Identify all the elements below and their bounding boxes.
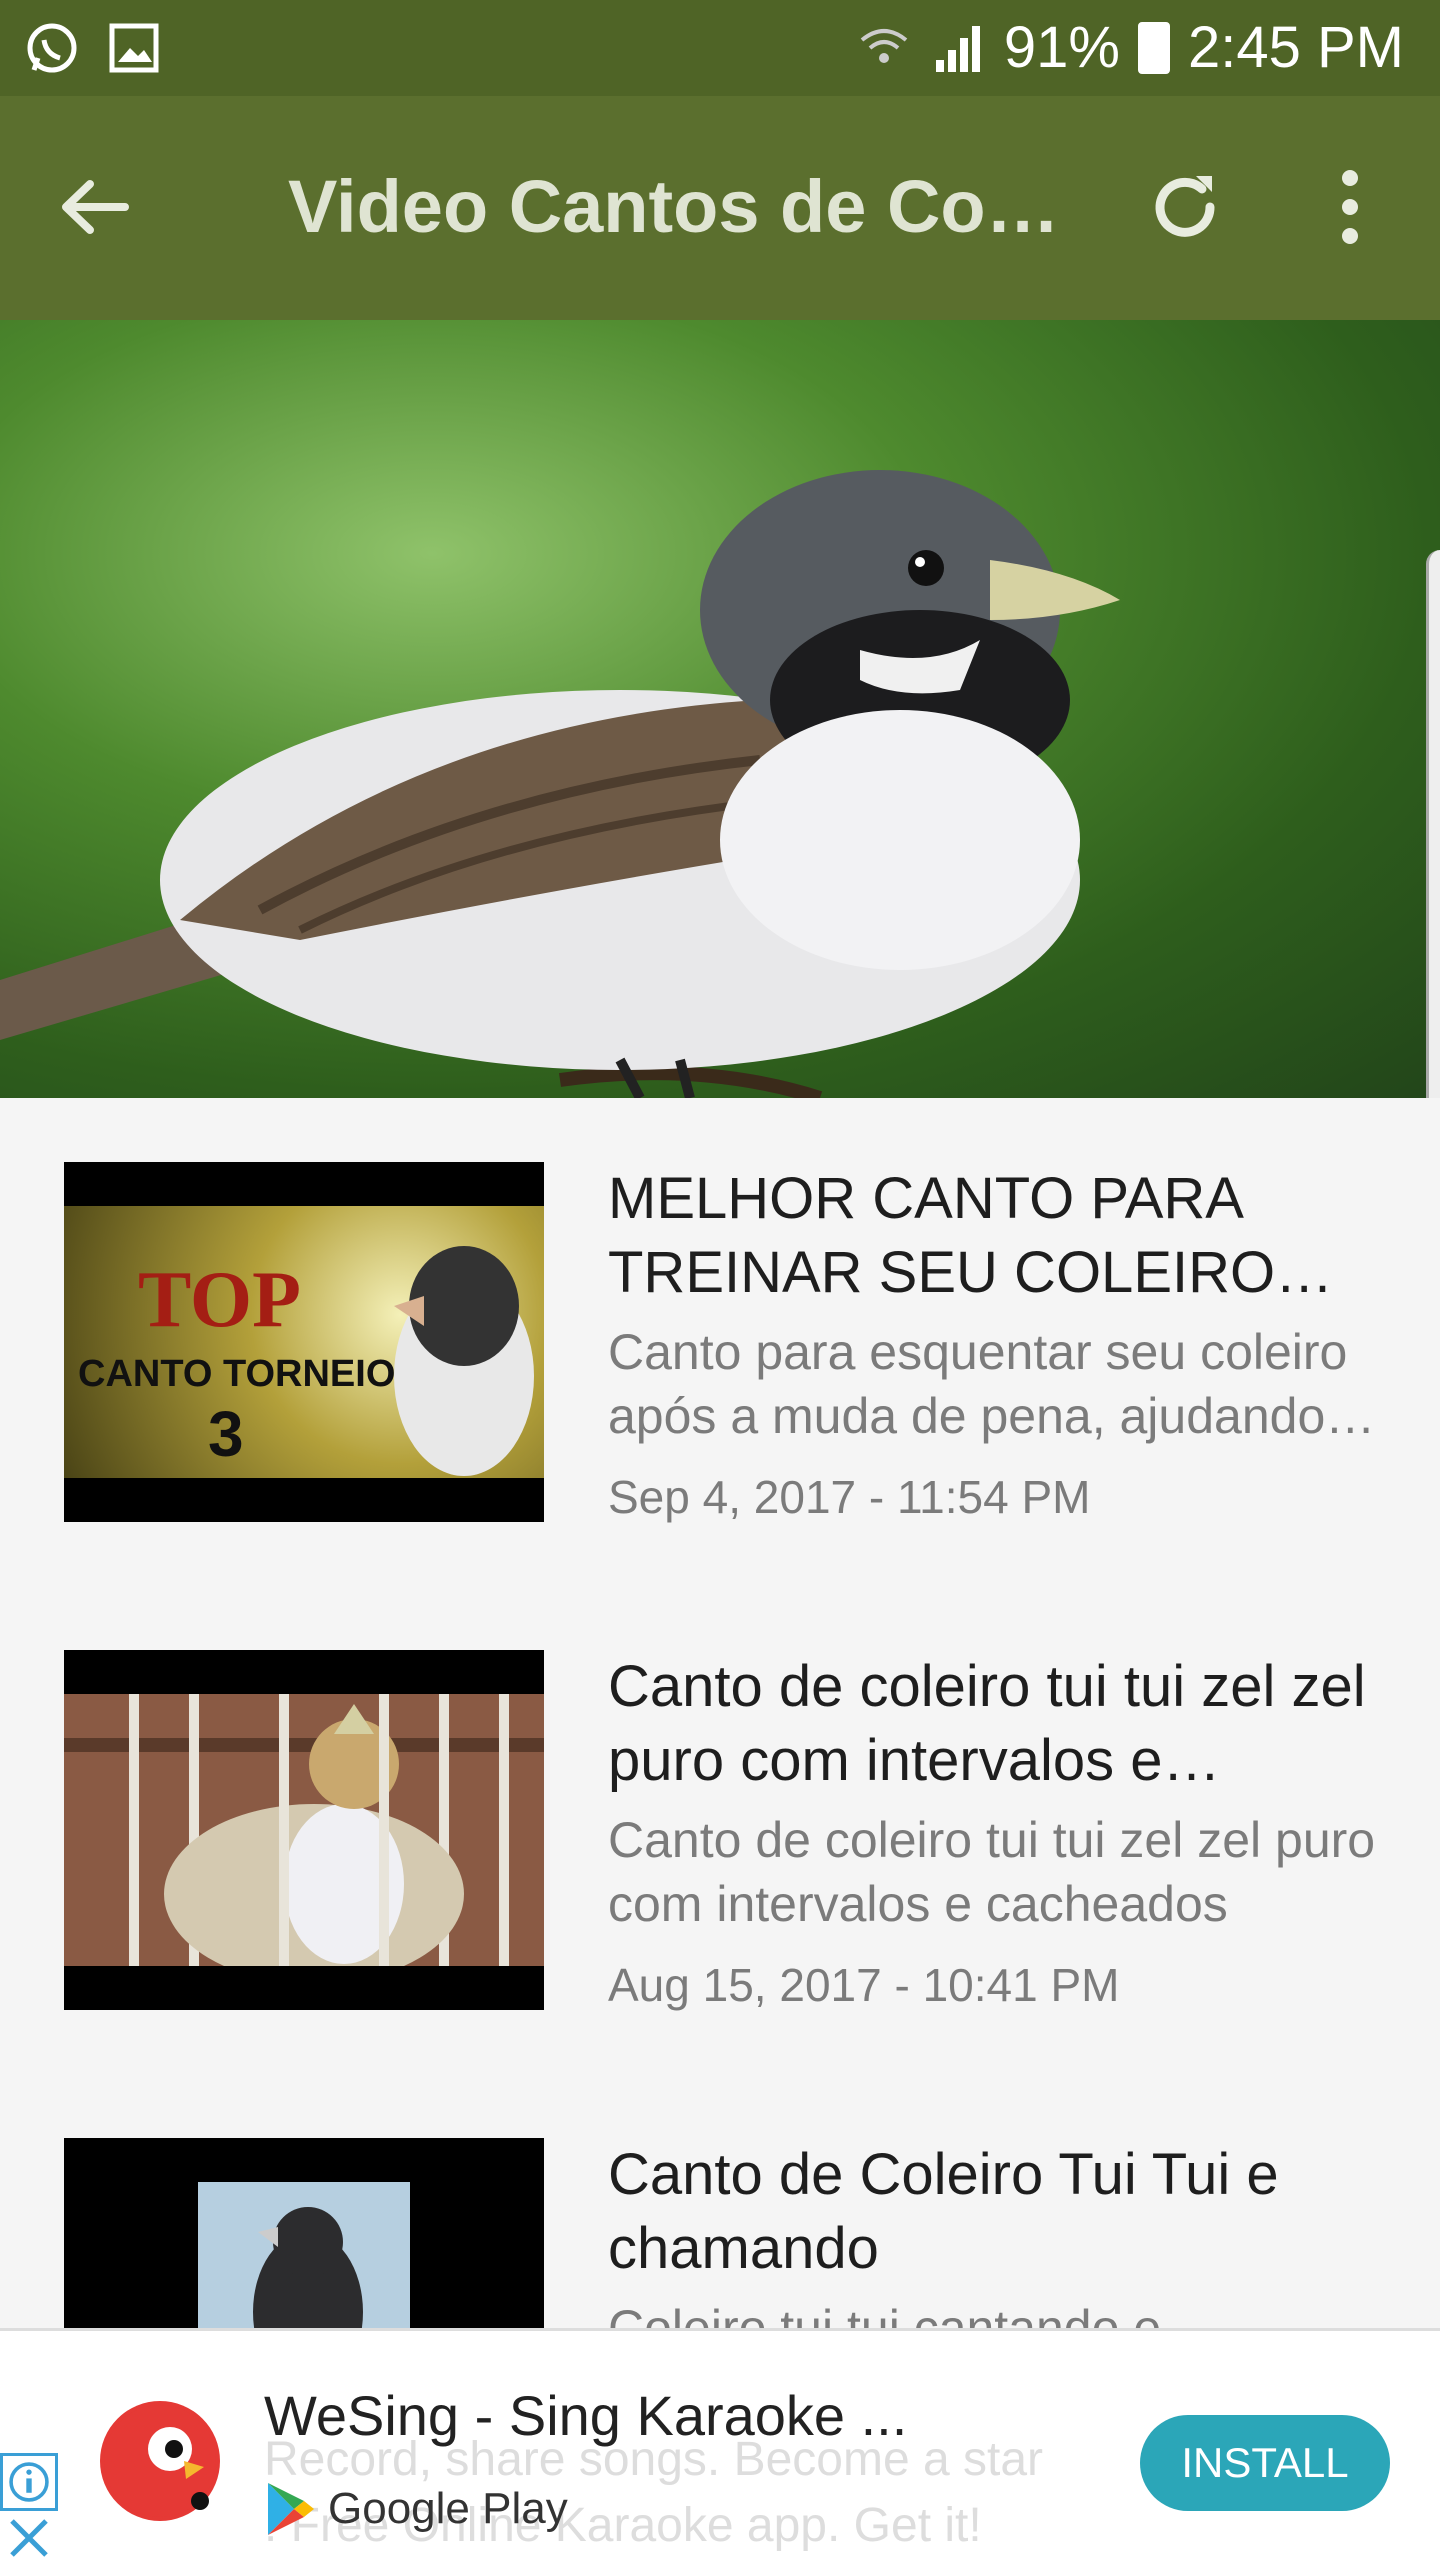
- video-description: Coleiro tui tui cantando e chamando: [608, 2300, 1162, 2328]
- signal-icon: [935, 25, 980, 72]
- video-list: TOP CANTO TORNEIO 3 MELHOR CANTO PARA TR…: [0, 1098, 1440, 2328]
- video-title[interactable]: MELHOR CANTO PARA TREINAR SEU COLEIRO TO…: [608, 1162, 1378, 1310]
- google-play-badge: Google Play: [264, 2481, 568, 2537]
- video-description: Canto de coleiro tui tui zel zel puro co…: [608, 1812, 1376, 1932]
- ad-close-icon[interactable]: [0, 2513, 58, 2560]
- list-item[interactable]: Canto de coleiro tui tui zel zel puro co…: [0, 1586, 1440, 2074]
- side-handle[interactable]: [1426, 550, 1440, 1130]
- page-title: Video Cantos de Coleiro: [288, 165, 1068, 248]
- video-thumbnail[interactable]: [64, 2138, 544, 2328]
- clock: 2:45 PM: [1188, 15, 1404, 80]
- video-date: Sep 4, 2017 - 11:54 PM: [608, 1471, 1091, 1523]
- thumb-text-mid: CANTO TORNEIO: [78, 1353, 395, 1395]
- ad-title[interactable]: WeSing - Sing Karaoke ...: [264, 2383, 907, 2448]
- hero-image: [0, 320, 1440, 1098]
- thumb-text-top: TOP: [138, 1256, 301, 1344]
- bird-photo: [0, 470, 1120, 1098]
- list-item[interactable]: Canto de Coleiro Tui Tui e chamando Cole…: [0, 2074, 1440, 2328]
- more-vert-icon[interactable]: [1330, 162, 1370, 252]
- thumbnail-art: [64, 1694, 544, 1984]
- google-play-icon: [268, 2483, 314, 2535]
- wesing-logo: [100, 2401, 220, 2521]
- refresh-icon[interactable]: [1140, 162, 1230, 252]
- video-title[interactable]: Canto de Coleiro Tui Tui e chamando: [608, 2138, 1378, 2286]
- google-play-label: Google Play: [328, 2484, 568, 2533]
- parrot-icon: [104, 2405, 216, 2517]
- video-title[interactable]: Canto de coleiro tui tui zel zel puro co…: [608, 1650, 1378, 1798]
- video-date: Aug 15, 2017 - 10:41 PM: [608, 1959, 1120, 2011]
- battery-percent: 91%: [1003, 15, 1120, 80]
- video-thumbnail[interactable]: TOP CANTO TORNEIO 3: [64, 1162, 544, 1522]
- ad-info-icon[interactable]: [0, 2453, 58, 2511]
- ad-banner[interactable]: Record, share songs. Become a star ! Fre…: [0, 2328, 1440, 2560]
- wifi-icon: [860, 28, 908, 63]
- video-description: Canto para esquentar seu coleiro após a …: [608, 1324, 1348, 1444]
- thumb-text-num: 3: [208, 1398, 244, 1470]
- battery-icon: [1138, 21, 1170, 74]
- gallery-icon: [109, 23, 159, 73]
- whatsapp-icon: [27, 23, 77, 73]
- status-bar: 91% 2:45 PM: [0, 0, 1440, 96]
- list-item[interactable]: TOP CANTO TORNEIO 3 MELHOR CANTO PARA TR…: [0, 1098, 1440, 1586]
- video-thumbnail[interactable]: [64, 1650, 544, 2010]
- thumbnail-art: [253, 2207, 363, 2328]
- app-bar: Video Cantos de Coleiro: [0, 96, 1440, 320]
- install-button[interactable]: INSTALL: [1140, 2415, 1390, 2511]
- back-arrow-icon[interactable]: [50, 162, 140, 252]
- thumbnail-art: TOP CANTO TORNEIO 3: [78, 1246, 534, 1476]
